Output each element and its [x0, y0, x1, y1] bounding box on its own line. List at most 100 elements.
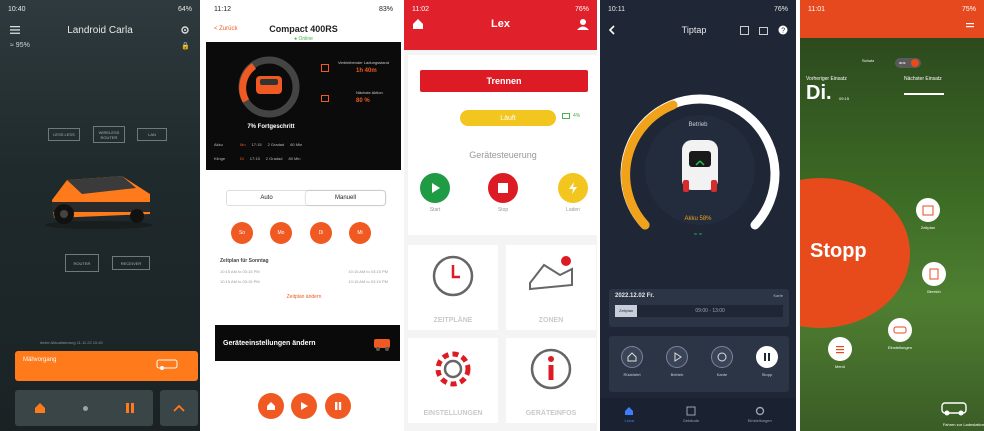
page-title: Landroid Carla	[67, 24, 133, 36]
area-label: Bereich	[927, 289, 941, 294]
banner-label: Geräteeinstellungen ändern	[223, 339, 316, 347]
help-icon[interactable]: ?	[778, 25, 788, 35]
status-bar: 10:11 76%	[600, 0, 796, 18]
tile-label: ZONEN	[538, 317, 564, 324]
user-icon[interactable]	[577, 18, 589, 30]
mower-dock-icon[interactable]	[940, 398, 968, 416]
diagram-node: RECEIVER	[112, 256, 150, 270]
gear-icon	[435, 351, 471, 387]
schedule-entry: 10:15 AM to 03:15 PM	[220, 279, 260, 284]
settings-button[interactable]	[888, 318, 912, 342]
app-header: Landroid Carla	[0, 18, 200, 42]
app-header: Tiptap ?	[600, 18, 796, 42]
tab-manuell[interactable]: Manuell	[306, 191, 385, 205]
calendar-icon	[321, 94, 329, 102]
app-header: 11:02 76% Lex	[404, 0, 597, 50]
calendar-icon[interactable]	[759, 26, 768, 35]
tile-einstellungen[interactable]: EINSTELLUNGEN	[408, 338, 498, 423]
running-status-pill: Läuft	[460, 110, 556, 126]
status-card-label: Mähvorgang	[23, 357, 57, 363]
status-battery: 76%	[574, 5, 589, 13]
grid-icon[interactable]	[740, 25, 749, 35]
remaining-label: Verbleibender Ladungsstand	[338, 60, 389, 65]
diagram-node: ROUTER	[65, 254, 99, 272]
settings-icon[interactable]	[180, 25, 190, 35]
tab-auto[interactable]: Auto	[227, 191, 306, 205]
schedule-entry: 10:15 AM to 03:15 PM	[220, 269, 260, 274]
pause-button[interactable]	[325, 393, 351, 419]
stop-button[interactable]	[488, 173, 518, 203]
tile-geraeteinfos[interactable]: GERÄTEINFOS	[506, 338, 596, 423]
connectivity-row: ≈ 95% 🔒	[0, 42, 200, 50]
dock-label: Fahren zur Ladestation	[942, 422, 984, 427]
info-row: Akku Mo 17:15 2 Gradad 80 Min	[214, 142, 303, 147]
device-settings-banner[interactable]: Geräteeinstellungen ändern	[215, 325, 400, 361]
tile-label: GERÄTEINFOS	[525, 410, 577, 417]
building-icon	[686, 406, 696, 416]
day-label: Di.	[806, 82, 832, 104]
home-icon[interactable]	[412, 18, 424, 30]
pause-icon	[335, 402, 342, 410]
menu-label: Menü	[834, 364, 845, 369]
lex-app-screen: 11:02 76% Lex Trennen Läuft 4% Geräteste…	[404, 0, 597, 431]
edge-label: Kante	[716, 372, 728, 377]
home-button[interactable]	[258, 393, 284, 419]
schedule-bar[interactable]: 2022.12.02 Fr. Karte Zeitplan 09:00 - 13…	[609, 289, 789, 327]
day-button-mo[interactable]: Mo	[270, 222, 292, 244]
stop-label: Stop	[497, 207, 509, 213]
change-schedule-link[interactable]: Zeitplan ändern	[220, 294, 388, 300]
schedule-label: Zeitplan	[920, 225, 936, 230]
lock-icon: 🔒	[181, 43, 190, 50]
day-button-mi[interactable]: Mi	[349, 222, 371, 244]
mower-illustration-icon	[372, 334, 392, 352]
status-panel: 7% Fortgeschritt Verbleibender Ladungsst…	[206, 42, 401, 170]
tab-leica[interactable]: Leica	[624, 406, 634, 423]
play-button[interactable]	[291, 393, 317, 419]
tab-einstellungen[interactable]: Einstellungen	[748, 406, 772, 423]
tile-zonen[interactable]: ZONEN	[506, 245, 596, 330]
area-button[interactable]	[922, 262, 946, 286]
return-button[interactable]	[621, 346, 643, 368]
day-button-di[interactable]: Di	[310, 222, 332, 244]
protection-toggle[interactable]: aus	[895, 58, 921, 68]
mower-controls: Rückfahrt Betrieb Kante Stopp	[609, 336, 789, 392]
stop-label: Stopp	[810, 240, 867, 262]
disconnect-button[interactable]: Trennen	[420, 70, 588, 92]
diagram-node: LAN	[137, 128, 167, 141]
map-pin-icon	[529, 256, 573, 291]
home-icon[interactable]	[34, 402, 46, 414]
expand-panel-button[interactable]	[160, 390, 198, 426]
diagram-node: WIRELESS ROUTER	[93, 126, 125, 143]
back-icon[interactable]	[608, 25, 616, 35]
tile-zeitplaene[interactable]: ZEITPLÄNE	[408, 245, 498, 330]
schedule-chip: Zeitplan	[615, 305, 638, 317]
home-icon	[267, 402, 275, 410]
progress-label: 7% Fortgeschritt	[247, 124, 295, 130]
mower-small-icon	[156, 358, 178, 370]
page-title: Lex	[491, 18, 510, 30]
home-icon	[625, 407, 634, 415]
menu-icon[interactable]	[10, 26, 20, 34]
robot-mower-image	[45, 176, 153, 229]
day-button-so[interactable]: So	[231, 222, 253, 244]
chevron-up-icon	[173, 404, 185, 412]
back-button[interactable]: < Zurück	[214, 26, 254, 32]
edge-button[interactable]	[711, 346, 733, 368]
schedule-button[interactable]	[916, 198, 940, 222]
start-button[interactable]	[420, 173, 450, 203]
menu-button[interactable]	[828, 337, 852, 361]
status-time: 10:40	[8, 5, 26, 13]
next-action-value: 80 %	[356, 98, 370, 104]
operate-button[interactable]	[666, 346, 688, 368]
pause-icon[interactable]	[125, 402, 135, 414]
menu-icon[interactable]	[966, 22, 974, 30]
status-battery: 75%	[961, 5, 976, 13]
status-battery: 64%	[177, 5, 192, 13]
stop-button[interactable]	[756, 346, 778, 368]
mowing-status-card[interactable]: Mähvorgang	[15, 351, 198, 381]
dot-icon	[82, 405, 88, 411]
operation-status: Betrieb	[688, 122, 708, 128]
map-link[interactable]: Karte	[773, 293, 783, 299]
tab-gebaeude[interactable]: Gebäude	[683, 406, 699, 423]
charge-button[interactable]	[558, 173, 588, 203]
